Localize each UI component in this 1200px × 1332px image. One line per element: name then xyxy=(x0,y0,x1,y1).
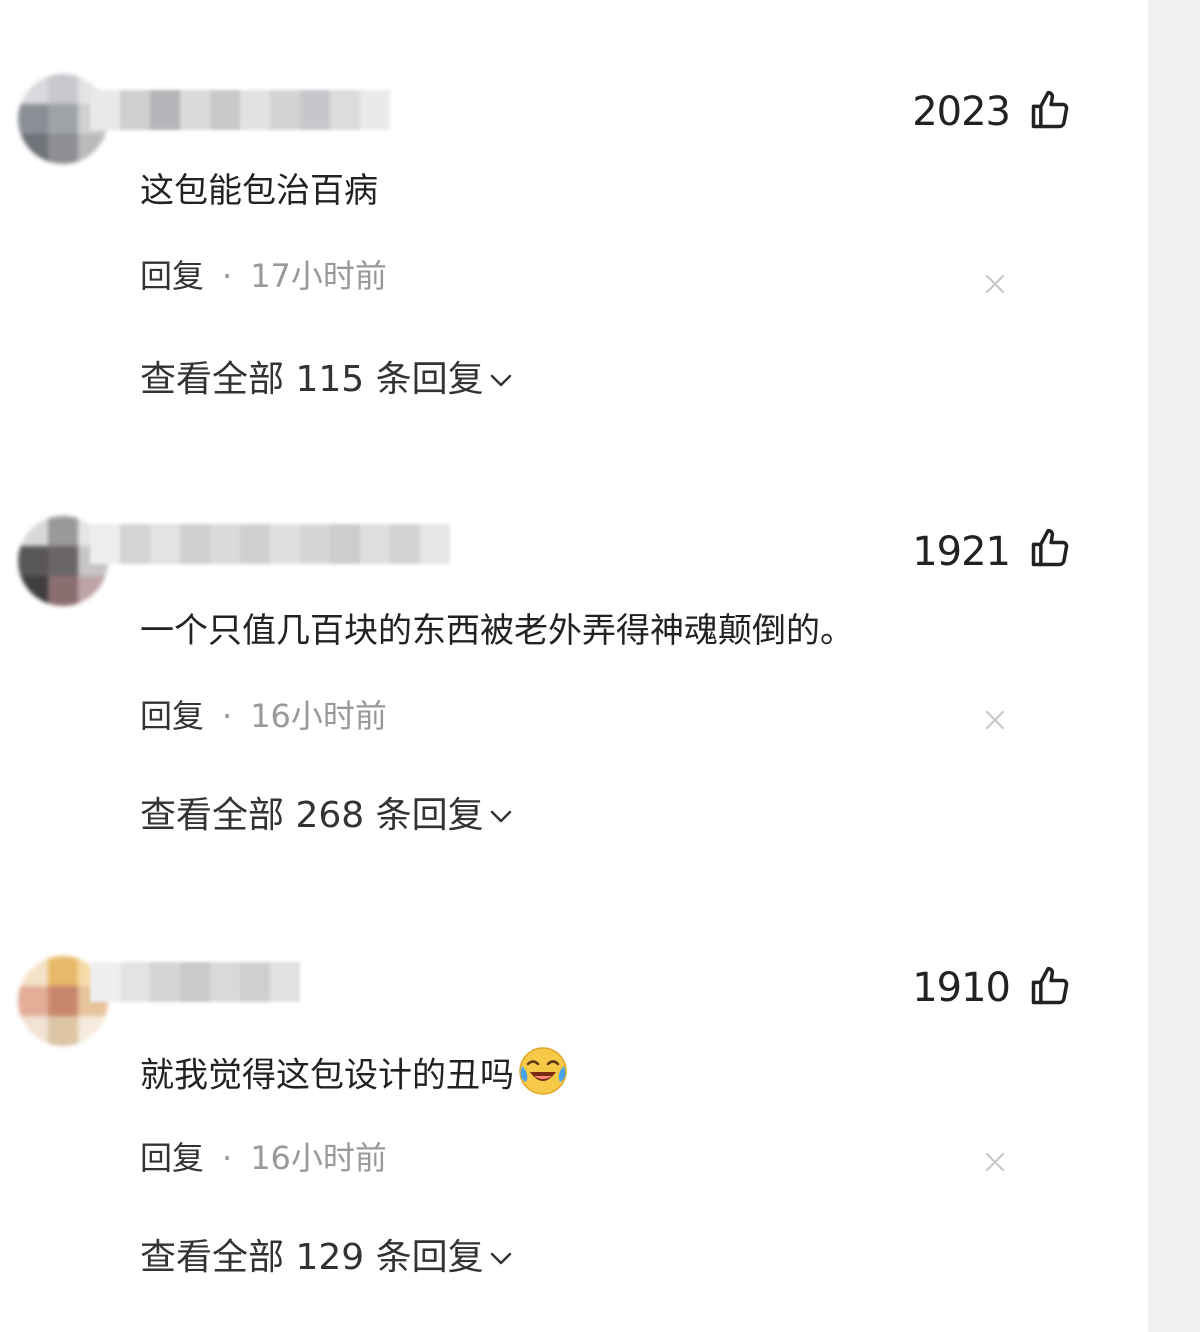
chevron-down-icon xyxy=(490,810,511,823)
view-replies-button[interactable]: 查看全部 115 条回复 xyxy=(140,362,514,398)
scrollbar-track[interactable] xyxy=(1148,0,1200,1332)
reply-button[interactable]: 回复 xyxy=(140,257,204,295)
chevron-down-icon xyxy=(490,1252,511,1265)
comment-item: 1921 一个只值几百块的东西被老外弄得神魂颠倒的。 回复 · 16小时前 查看全部… xyxy=(0,440,1140,880)
comment-text: 就我觉得这包设计的丑吗 xyxy=(140,1047,570,1104)
view-replies-label: 查看全部 268 条回复 xyxy=(140,795,484,836)
chevron-down-icon xyxy=(490,374,511,387)
reply-button[interactable]: 回复 xyxy=(140,697,204,735)
comment-text-content: 就我觉得这包设计的丑吗 xyxy=(140,1055,514,1096)
separator-dot: · xyxy=(222,1139,233,1177)
view-replies-label: 查看全部 129 条回复 xyxy=(140,1237,484,1278)
view-replies-button[interactable]: 查看全部 268 条回复 xyxy=(140,798,514,834)
reply-button[interactable]: 回复 xyxy=(140,1139,204,1177)
comment-meta: 回复 · 17小时前 xyxy=(140,260,387,292)
thumbs-up-icon[interactable] xyxy=(1028,526,1072,570)
username-blurred[interactable] xyxy=(90,524,450,564)
view-replies-label: 查看全部 115 条回复 xyxy=(140,359,484,400)
username-blurred[interactable] xyxy=(90,90,390,130)
like-count: 1921 xyxy=(912,529,1011,575)
laughing-crying-emoji-icon xyxy=(519,1047,567,1095)
comment-text: 这包能包治百病 xyxy=(140,171,378,211)
like-count: 1910 xyxy=(912,965,1011,1011)
comment-meta: 回复 · 16小时前 xyxy=(140,700,387,732)
timestamp: 16小时前 xyxy=(250,697,387,735)
close-icon[interactable] xyxy=(984,1151,1006,1173)
like-count: 2023 xyxy=(912,89,1011,135)
separator-dot: · xyxy=(222,697,233,735)
comment-item: 1910 就我觉得这包设计的丑吗 回复 · 16小时前 查看全部 129 条回复 xyxy=(0,880,1140,1320)
timestamp: 16小时前 xyxy=(250,1139,387,1177)
thumbs-up-icon[interactable] xyxy=(1028,964,1072,1008)
username-blurred[interactable] xyxy=(90,962,300,1002)
timestamp: 17小时前 xyxy=(250,257,387,295)
comment-item: 2023 这包能包治百病 回复 · 17小时前 查看全部 115 条回复 xyxy=(0,0,1140,440)
close-icon[interactable] xyxy=(984,273,1006,295)
separator-dot: · xyxy=(222,257,233,295)
thumbs-up-icon[interactable] xyxy=(1028,88,1072,132)
close-icon[interactable] xyxy=(984,709,1006,731)
comment-text: 一个只值几百块的东西被老外弄得神魂颠倒的。 xyxy=(140,611,854,651)
comment-meta: 回复 · 16小时前 xyxy=(140,1142,387,1174)
view-replies-button[interactable]: 查看全部 129 条回复 xyxy=(140,1240,514,1276)
